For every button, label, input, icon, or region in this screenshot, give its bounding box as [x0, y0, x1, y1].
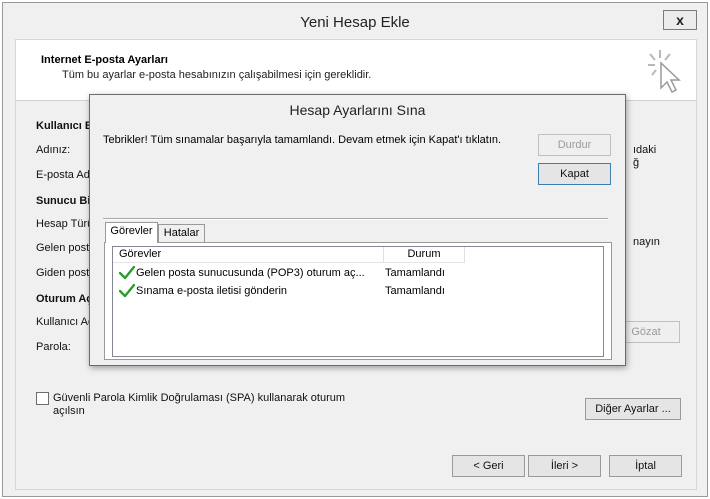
- email-label: E-posta Adr: [36, 169, 94, 181]
- password-label: Parola:: [36, 341, 71, 353]
- task-status: Tamamlandı: [385, 267, 445, 279]
- name-label: Adınız:: [36, 144, 71, 156]
- table-row[interactable]: Sınama e-posta iletisi gönderin Tamamlan…: [113, 283, 603, 300]
- account-type-label: Hesap Türü: [36, 218, 94, 230]
- spa-checkbox[interactable]: [36, 392, 49, 405]
- task-text: Sınama e-posta iletisi gönderin: [136, 285, 288, 297]
- success-message: Tebrikler! Tüm sınamalar başarıyla tamam…: [103, 134, 502, 146]
- header-subtitle: Tüm bu ayarlar e-posta hesabınızın çalış…: [62, 69, 372, 81]
- cancel-button[interactable]: İptal: [609, 455, 682, 477]
- mouse-cursor-icon: [648, 50, 681, 94]
- close-button[interactable]: Kapat: [538, 163, 611, 185]
- section-user-info: Kullanıcı B: [36, 120, 93, 132]
- wizard-header: Internet E-posta Ayarları Tüm bu ayarlar…: [16, 40, 696, 101]
- tasks-panel: Görevler Durum Gelen posta sunucusunda (…: [104, 242, 612, 360]
- close-window-button[interactable]: x: [663, 10, 697, 30]
- right-text-fragment-3: nayın: [633, 236, 660, 248]
- table-row[interactable]: Gelen posta sunucusunda (POP3) oturum aç…: [113, 265, 603, 282]
- right-text-fragment-1: ıdaki: [633, 144, 657, 156]
- column-header-status[interactable]: Durum: [384, 247, 465, 263]
- dialog-title: Hesap Ayarlarını Sına: [289, 102, 426, 118]
- divider: [103, 218, 608, 220]
- green-check-icon: [119, 284, 135, 298]
- window-title: Yeni Hesap Ekle: [300, 14, 410, 31]
- username-label: Kullanıcı Adı: [36, 316, 98, 328]
- more-settings-button[interactable]: Diğer Ayarlar ...: [585, 398, 681, 420]
- back-button[interactable]: < Geri: [452, 455, 525, 477]
- section-login-info: Oturum Aç: [36, 293, 93, 305]
- right-text-fragment-2: ğ: [633, 157, 640, 169]
- spa-label-line1: Güvenli Parola Kimlik Doğrulaması (SPA) …: [53, 392, 346, 404]
- spa-label-line2: açılsın: [53, 405, 85, 417]
- tab-tasks[interactable]: Görevler: [105, 222, 158, 243]
- task-status: Tamamlandı: [385, 285, 445, 297]
- window-titlebar: Yeni Hesap Ekle x: [3, 3, 707, 39]
- incoming-server-label: Gelen posta: [36, 242, 96, 254]
- dialog-titlebar: Hesap Ayarlarını Sına: [90, 95, 625, 123]
- outgoing-server-label: Giden posta: [36, 267, 96, 279]
- next-button[interactable]: İleri >: [528, 455, 601, 477]
- test-account-settings-dialog: Hesap Ayarlarını Sına Tebrikler! Tüm sın…: [89, 94, 626, 366]
- column-header-tasks[interactable]: Görevler: [113, 247, 384, 263]
- tasks-list[interactable]: Görevler Durum Gelen posta sunucusunda (…: [112, 246, 604, 357]
- stop-button[interactable]: Durdur: [538, 134, 611, 156]
- tab-errors[interactable]: Hatalar: [158, 224, 205, 243]
- task-text: Gelen posta sunucusunda (POP3) oturum aç…: [136, 267, 365, 279]
- green-check-icon: [119, 266, 135, 280]
- header-title: Internet E-posta Ayarları: [41, 54, 168, 66]
- section-server-info: Sunucu Bi: [36, 195, 91, 207]
